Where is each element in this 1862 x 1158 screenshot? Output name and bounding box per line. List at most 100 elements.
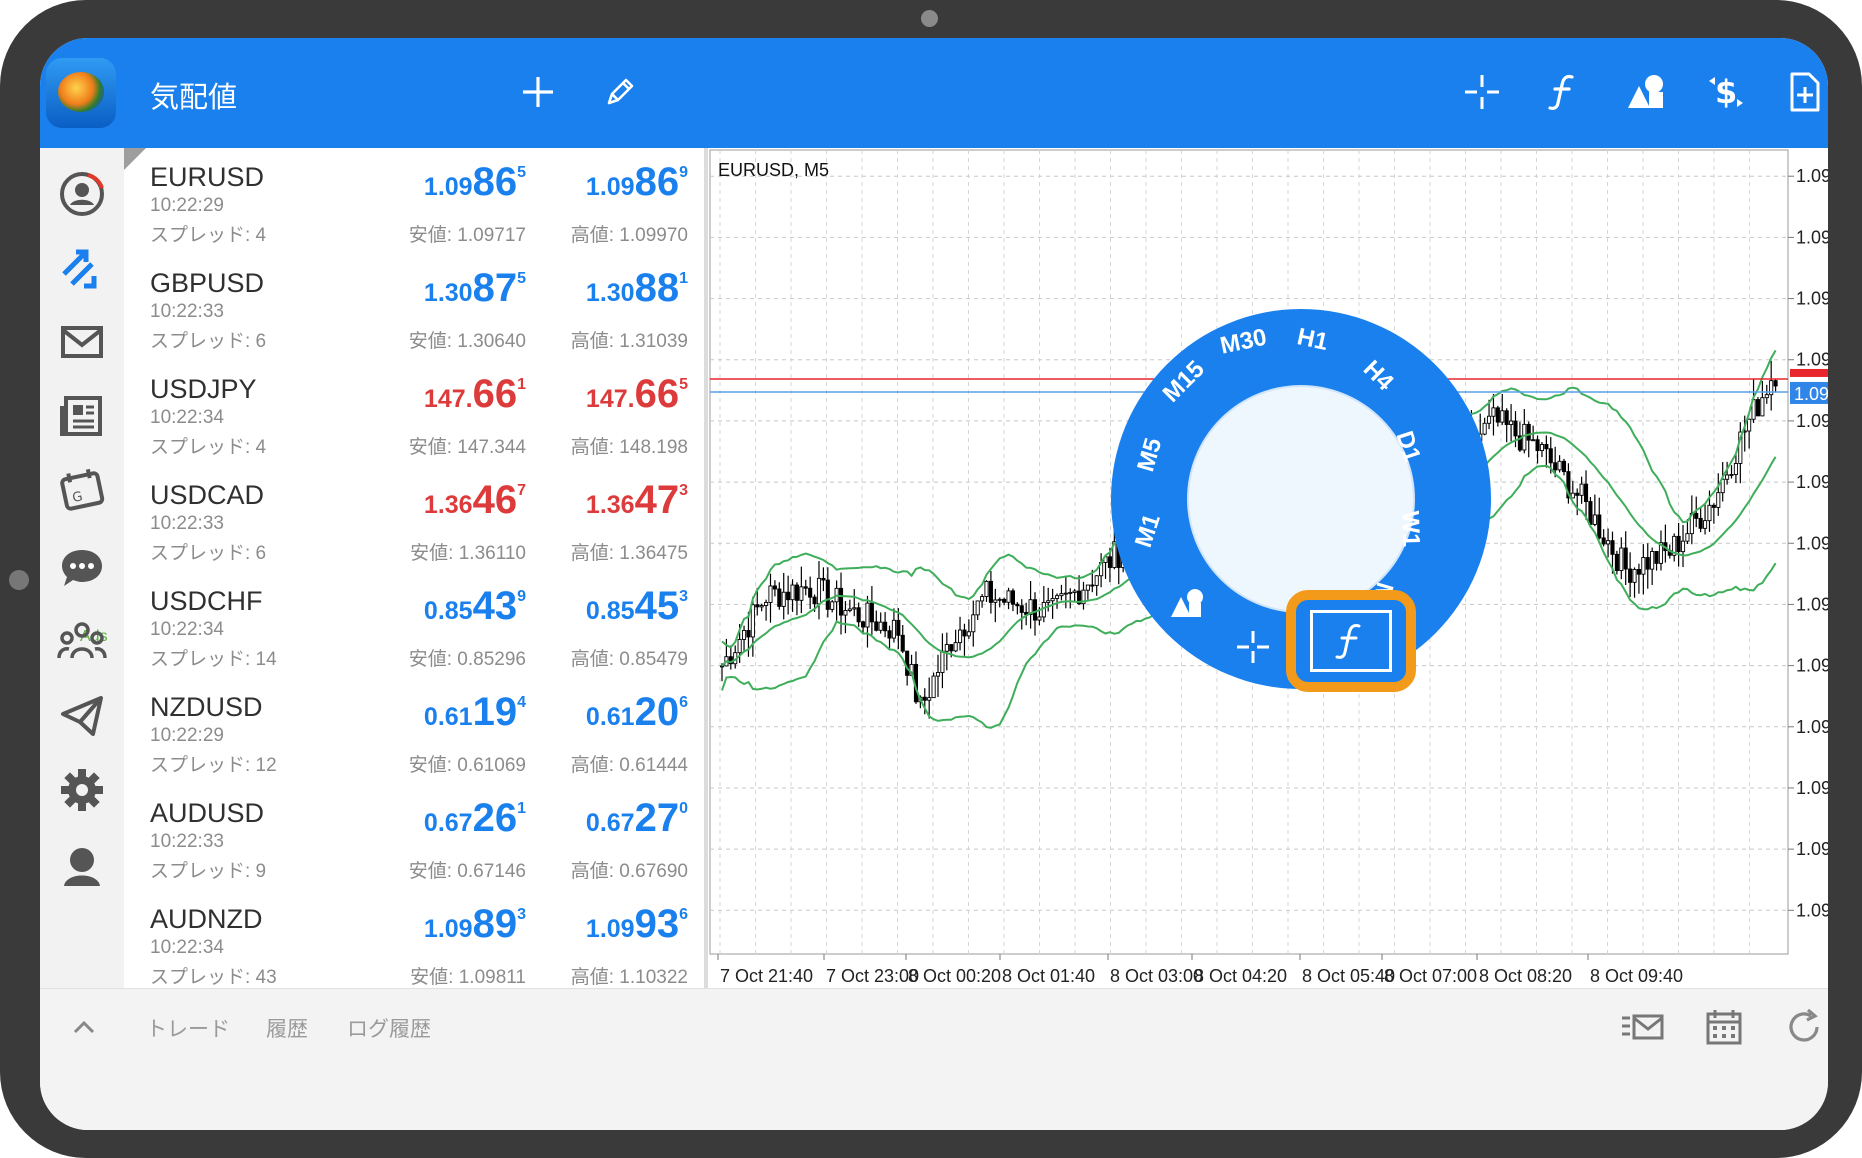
candle-body [812,596,817,605]
candle-body [1623,547,1628,570]
calendar-button[interactable] [1702,1007,1746,1047]
quote-ask: 0.85453 [586,584,688,629]
bid-pip: 1 [517,376,526,393]
new-document-button[interactable] [1782,70,1826,114]
svg-text:$: $ [1715,73,1737,111]
ask-price-tag [1790,368,1828,377]
bid-main: 89 [472,902,518,946]
indicators-highlight-button[interactable] [1286,590,1416,692]
candle-body [1755,399,1761,417]
candle-body [1504,410,1509,425]
edit-button[interactable] [598,70,642,114]
y-tick-label: 1.09600 [1796,839,1828,859]
y-tick-label: 1.09845 [1796,411,1828,431]
candle-body [935,671,941,677]
nav-chat[interactable] [54,540,110,596]
candle-body [750,604,755,638]
quote-spread: スプレッド: 9 [150,861,267,882]
candle-body [1015,603,1020,607]
plus-icon [523,77,553,107]
quote-row[interactable]: AUDNZD 10:22:34 スプレッド: 43 1.09893 1.09936 安値:… [124,890,704,988]
page-title: 気配値 [150,82,238,114]
function-icon [1548,74,1574,110]
candle-body [1513,420,1518,437]
quote-row[interactable]: USDJPY 10:22:34 スプレッド: 4 147.661 147.665 安値: … [124,360,704,467]
radial-center [1188,386,1414,612]
nav-community[interactable] [54,614,110,670]
ask-main: 20 [634,690,680,734]
tab-trade[interactable]: トレード [146,1013,230,1043]
candle-body [1063,592,1068,595]
shapes-icon [1628,75,1663,108]
timeframe-w1[interactable]: W1 [1396,510,1424,547]
candle-body [896,619,901,636]
candle-body [984,580,989,597]
quote-row[interactable]: NZDUSD 10:22:29 スプレッド: 12 0.61194 0.61206 安値:… [124,678,704,785]
candle-body [883,621,888,632]
nav-chart[interactable] [54,240,110,296]
mail-filter-button[interactable] [1620,1007,1664,1047]
quote-row[interactable]: USDCHF 10:22:34 スプレッド: 14 0.85439 0.85453 安値:… [124,572,704,679]
quote-row[interactable]: EURUSD 10:22:29 スプレッド: 4 1.09865 1.09869 安値: … [124,148,704,255]
candle-body [1680,540,1686,553]
add-symbol-button[interactable] [516,70,560,114]
ask-main: 27 [634,796,680,840]
candle-body [1059,593,1064,597]
bid-prefix: 0.85 [423,597,473,625]
indicators-button[interactable] [1542,70,1586,114]
quote-time: 10:22:29 [150,195,224,216]
ask-pip: 3 [679,588,688,605]
x-tick-label: 8 Oct 05:40 [1302,966,1395,986]
quote-row[interactable]: GBPUSD 10:22:33 スプレッド: 6 1.30875 1.30881 安値: … [124,254,704,361]
quote-row[interactable]: AUDUSD 10:22:33 スプレッド: 9 0.67261 0.67270 安値: … [124,784,704,891]
ask-pip: 0 [679,800,688,817]
quote-low: 安値: 1.09811 [410,967,526,988]
candle-body [944,644,949,652]
community-icon [57,622,107,659]
quote-spread: スプレッド: 4 [150,225,267,246]
nav-quotes[interactable] [54,166,110,222]
quotes-icon [60,172,104,216]
candle-body [1006,590,1011,603]
ask-prefix: 1.30 [585,279,635,307]
candle-body [1544,444,1549,450]
tab-log-history[interactable]: ログ履歴 [347,1013,431,1043]
candle-body [1526,423,1531,441]
objects-button[interactable] [1624,70,1668,114]
candle-body [816,577,822,605]
candle-body [1676,535,1681,553]
nav-ads[interactable]: G [54,462,110,518]
bid-prefix: 1.09 [423,915,473,943]
quote-time: 10:22:34 [150,937,224,958]
crosshair-button[interactable] [1460,70,1504,114]
quote-spread: スプレッド: 4 [150,437,267,458]
nav-traders[interactable] [54,838,110,894]
document-plus-icon [1790,72,1820,112]
expand-toolbox-button[interactable] [62,1007,106,1047]
x-tick-label: 7 Oct 23:00 [826,966,919,986]
calendar-icon [1706,1010,1742,1045]
nav-mail[interactable] [54,314,110,370]
candle-body [1610,540,1615,555]
quote-high: 高値: 0.85479 [570,649,688,670]
quote-time: 10:22:34 [150,619,224,640]
y-tick-label: 1.09985 [1796,166,1828,186]
candle-body [1010,590,1016,605]
candle-body [957,629,963,644]
new-order-button[interactable]: $ [1704,70,1748,114]
quote-row[interactable]: USDCAD 10:22:33 スプレッド: 6 1.36467 1.36473 安値: … [124,466,704,573]
nav-news[interactable] [54,388,110,444]
side-button [9,570,29,590]
tab-history[interactable]: 履歴 [266,1013,308,1043]
refresh-button[interactable] [1782,1007,1826,1047]
bid-main: 43 [472,584,518,628]
nav-telegram[interactable] [54,688,110,744]
ask-pip: 3 [679,482,688,499]
candle-body [1019,605,1024,613]
x-tick-label: 8 Oct 00:20 [908,966,1001,986]
candle-body [1072,590,1077,593]
nav-settings[interactable] [54,762,110,818]
app-logo-icon[interactable] [46,58,116,128]
traders-icon [64,848,100,886]
quote-ask: 147.665 [586,372,688,417]
